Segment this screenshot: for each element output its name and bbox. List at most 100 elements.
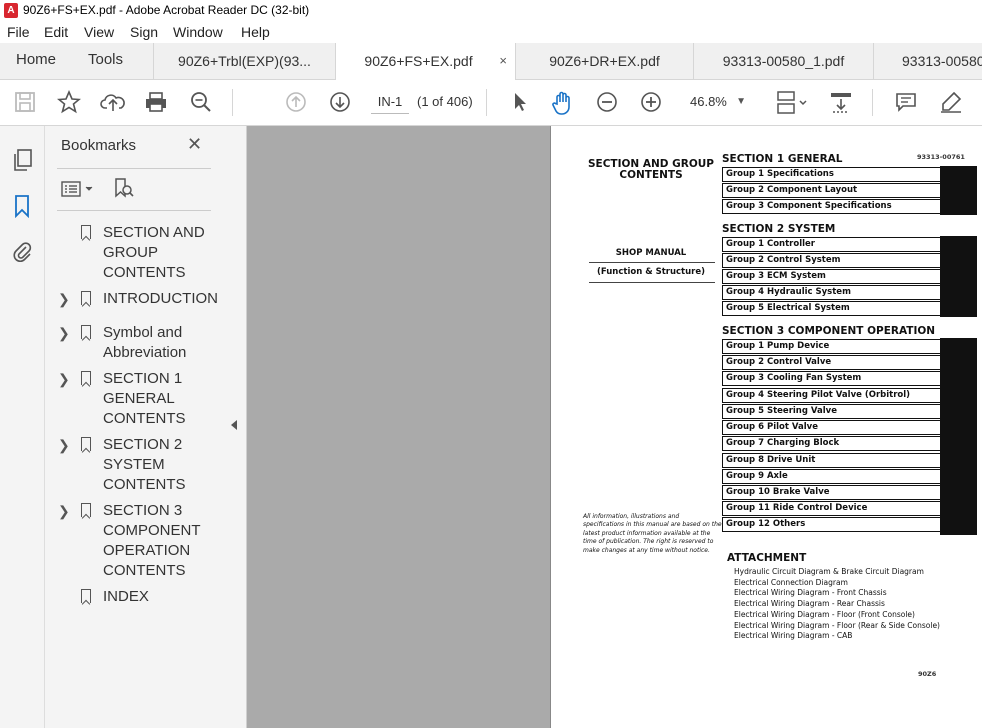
nav-home[interactable]: Home: [16, 43, 56, 79]
group-row: Group 7 Charging Block: [722, 436, 940, 451]
group-row: Group 8 Drive Unit: [722, 453, 940, 468]
group-row: Group 4 Steering Pilot Valve (Orbitrol): [722, 388, 940, 403]
bookmark-label: SYSTEM: [103, 456, 165, 473]
section-2-heading: SECTION 2 SYSTEM: [722, 223, 836, 235]
find-bookmark-icon[interactable]: [113, 177, 135, 206]
disclaimer-line: time of publication. The right is reserv…: [583, 538, 714, 546]
zoom-search-icon[interactable]: [188, 90, 214, 116]
group-row: Group 5 Steering Valve: [722, 404, 940, 419]
bookmark-icon: [81, 371, 91, 385]
group-row: Group 10 Brake Valve: [722, 485, 940, 500]
group-row: Group 12 Others: [722, 517, 940, 532]
group-row: Group 6 Pilot Valve: [722, 420, 940, 435]
print-icon[interactable]: [143, 90, 169, 116]
bookmarks-panel-icon[interactable]: [13, 194, 31, 223]
hand-tool-icon[interactable]: [550, 90, 576, 116]
toolbar-divider: [232, 89, 233, 116]
menu-sign[interactable]: Sign: [130, 24, 158, 40]
zoom-in-icon[interactable]: [638, 90, 664, 116]
zoom-out-icon[interactable]: [594, 90, 620, 116]
comment-icon[interactable]: [893, 90, 919, 116]
attachment-list: Hydraulic Circuit Diagram & Brake Circui…: [734, 567, 940, 642]
tab-document-5[interactable]: 93313-00580: [873, 43, 982, 79]
tab-document-1[interactable]: 90Z6+Trbl(EXP)(93...: [153, 43, 335, 79]
attachment-item: Electrical Wiring Diagram - Rear Chassis: [734, 599, 885, 609]
bookmark-label: SECTION AND: [103, 224, 205, 241]
menu-bar: File Edit View Sign Window Help: [0, 22, 982, 43]
bookmark-label: GENERAL: [103, 390, 175, 407]
section-3-tab-marker: [940, 338, 977, 535]
chevron-right-icon[interactable]: ❯: [58, 503, 70, 520]
tab-bar: Home Tools 90Z6+Trbl(EXP)(93... 90Z6+FS+…: [0, 43, 982, 80]
disclaimer-line: All information, illustrations and: [583, 513, 680, 520]
bookmarks-panel: Bookmarks ✕ SECTION AND GROUP CONTENTS ❯…: [45, 126, 225, 728]
chevron-right-icon[interactable]: ❯: [58, 371, 70, 388]
bookmark-label: GROUP: [103, 244, 159, 261]
group-row: Group 3 ECM System: [722, 269, 940, 284]
tab-document-3[interactable]: 90Z6+DR+EX.pdf: [515, 43, 693, 79]
menu-view[interactable]: View: [84, 24, 114, 40]
page-display-icon[interactable]: [774, 90, 810, 116]
attachment-item: Electrical Wiring Diagram - Floor (Front…: [734, 609, 915, 619]
section-2-tab-marker: [940, 236, 977, 317]
chevron-right-icon[interactable]: ❯: [58, 291, 70, 308]
toolbar-divider: [872, 89, 873, 116]
collapse-arrow-icon[interactable]: [231, 420, 237, 430]
pdf-page[interactable]: SECTION AND GROUP CONTENTS SHOP MANUAL (…: [550, 126, 982, 728]
menu-edit[interactable]: Edit: [44, 24, 68, 40]
highlight-pen-icon[interactable]: [938, 90, 964, 116]
attachment-heading: ATTACHMENT: [727, 552, 807, 564]
tab-label: 90Z6+FS+EX.pdf: [364, 53, 473, 69]
chevron-right-icon[interactable]: ❯: [58, 437, 70, 454]
bookmark-icon: [81, 437, 91, 451]
panel-collapse-strip[interactable]: [224, 126, 247, 728]
tab-document-4[interactable]: 93313-00580_1.pdf: [693, 43, 873, 79]
page-left-title-line: CONTENTS: [619, 169, 683, 181]
bookmark-label: OPERATION: [103, 542, 191, 559]
menu-file[interactable]: File: [7, 24, 30, 40]
bookmark-label: SECTION 1: [103, 370, 183, 387]
toolbar-divider: [486, 89, 487, 116]
bookmark-label: CONTENTS: [103, 264, 186, 281]
chevron-right-icon[interactable]: ❯: [58, 325, 70, 342]
upload-cloud-icon[interactable]: [100, 90, 126, 116]
bookmark-label: Symbol and: [103, 324, 183, 341]
attachments-paperclip-icon[interactable]: [11, 238, 33, 269]
close-panel-icon[interactable]: ✕: [187, 134, 202, 155]
bookmark-label: SECTION 3: [103, 502, 183, 519]
next-page-icon[interactable]: [327, 90, 353, 116]
bookmark-icon: [81, 225, 91, 239]
bookmark-icon: [81, 589, 91, 603]
bookmark-label: INTRODUCTION: [103, 290, 218, 307]
group-row: Group 1 Pump Device: [722, 339, 940, 354]
menu-window[interactable]: Window: [173, 24, 223, 40]
save-icon[interactable]: [12, 90, 38, 116]
group-row: Group 3 Component Specifications: [722, 199, 940, 214]
page-thumbnails-icon[interactable]: [11, 148, 33, 177]
bookmark-icon: [81, 325, 91, 339]
function-structure-rule: [589, 282, 715, 283]
nav-tools[interactable]: Tools: [88, 43, 123, 79]
tab-document-2-active[interactable]: 90Z6+FS+EX.pdf ×: [335, 43, 515, 80]
tab-label: 90Z6+Trbl(EXP)(93...: [178, 53, 311, 69]
group-row: Group 11 Ride Control Device: [722, 501, 940, 516]
bookmarks-panel-title: Bookmarks: [61, 137, 137, 154]
section-1-tab-marker: [940, 166, 977, 215]
panel-divider: [57, 168, 211, 169]
attachment-item: Electrical Wiring Diagram - CAB: [734, 631, 853, 641]
select-cursor-icon[interactable]: [507, 90, 533, 116]
previous-page-icon[interactable]: [283, 90, 309, 116]
page-number-input[interactable]: IN-1: [371, 91, 409, 114]
scroll-mode-icon[interactable]: [828, 90, 854, 116]
bookmark-options-icon[interactable]: [61, 179, 97, 204]
group-row: Group 2 Control Valve: [722, 355, 940, 370]
menu-help[interactable]: Help: [241, 24, 270, 40]
group-row: Group 4 Hydraulic System: [722, 285, 940, 300]
bookmark-icon: [81, 503, 91, 517]
tab-close-icon[interactable]: ×: [499, 43, 507, 79]
panel-divider: [57, 210, 211, 211]
bookmark-star-icon[interactable]: [56, 89, 82, 116]
bookmark-label: Abbreviation: [103, 344, 187, 361]
zoom-level-dropdown[interactable]: 46.8% ▼: [684, 91, 754, 113]
bookmark-label: COMPONENT: [103, 522, 201, 539]
